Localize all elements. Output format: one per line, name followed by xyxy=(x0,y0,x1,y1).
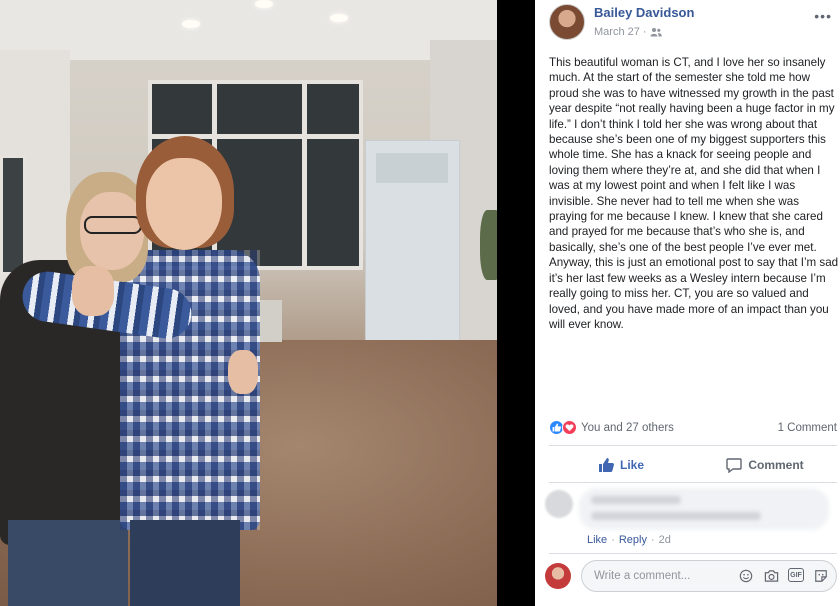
comment-like-link[interactable]: Like xyxy=(587,534,607,546)
reactors-summary[interactable]: You and 27 others xyxy=(581,422,674,434)
post-date[interactable]: March 27 xyxy=(594,26,640,38)
commenter-avatar[interactable] xyxy=(545,490,573,518)
photo-banner-stand xyxy=(365,140,460,370)
post-panel: Bailey Davidson March 27 · ••• This beau… xyxy=(535,0,840,606)
window-frame xyxy=(302,84,307,266)
comment-separator: · xyxy=(611,534,615,546)
person-left-jeans xyxy=(8,520,128,606)
comment-count[interactable]: 1 Comment xyxy=(778,422,837,434)
photo-viewer-gutter xyxy=(497,0,535,606)
gif-icon[interactable]: GIF xyxy=(788,568,804,582)
comment-composer: GIF xyxy=(543,560,839,594)
divider xyxy=(549,445,837,446)
photo-ceiling-light xyxy=(255,0,273,8)
post-meta: March 27 · xyxy=(594,26,662,38)
blurred-name xyxy=(591,496,681,504)
friends-icon[interactable] xyxy=(650,27,662,37)
author-name[interactable]: Bailey Davidson xyxy=(594,5,694,20)
post-header: Bailey Davidson March 27 · ••• xyxy=(549,4,834,44)
like-button[interactable]: Like xyxy=(549,450,693,480)
author-avatar[interactable] xyxy=(549,4,585,40)
comment-bubble-blurred xyxy=(579,488,829,530)
photo-window xyxy=(0,155,26,275)
comment-item: Like · Reply · 2d xyxy=(543,488,835,550)
blurred-text xyxy=(591,512,761,520)
photo-ceiling xyxy=(0,0,497,60)
divider xyxy=(549,553,837,554)
comment-separator: · xyxy=(650,534,655,546)
comment-button-label: Comment xyxy=(748,458,804,472)
current-user-avatar xyxy=(545,563,571,589)
emoji-icon[interactable] xyxy=(738,568,754,584)
composer-icons: GIF xyxy=(738,568,829,584)
comment-icon xyxy=(726,458,743,473)
photo-ceiling-light xyxy=(330,14,348,22)
post-actions: Like Comment xyxy=(549,450,837,480)
person-right-face xyxy=(146,158,222,250)
divider xyxy=(549,482,837,483)
sticker-icon[interactable] xyxy=(813,568,829,584)
post-body: This beautiful woman is CT, and I love h… xyxy=(549,56,839,331)
photo-ceiling-light xyxy=(182,20,200,28)
meta-separator: · xyxy=(642,26,647,38)
more-options-icon[interactable]: ••• xyxy=(814,8,832,24)
hand xyxy=(72,266,114,316)
post-stats: You and 27 others 1 Comment xyxy=(549,420,837,438)
love-icon xyxy=(562,420,577,435)
camera-icon[interactable] xyxy=(763,568,779,584)
comment-time[interactable]: 2d xyxy=(659,534,671,546)
reaction-icons[interactable] xyxy=(549,420,577,435)
banner-graphic xyxy=(376,153,448,183)
post-photo[interactable] xyxy=(0,0,497,606)
comment-reply-link[interactable]: Reply xyxy=(619,534,647,546)
person-right-jeans xyxy=(130,520,240,606)
comment-actions: Like · Reply · 2d xyxy=(587,534,671,546)
hand xyxy=(228,350,258,394)
comment-button[interactable]: Comment xyxy=(693,450,837,480)
glasses xyxy=(84,216,142,234)
photo-plant xyxy=(480,210,497,280)
like-button-label: Like xyxy=(619,458,644,472)
thumbs-up-icon xyxy=(598,458,614,472)
